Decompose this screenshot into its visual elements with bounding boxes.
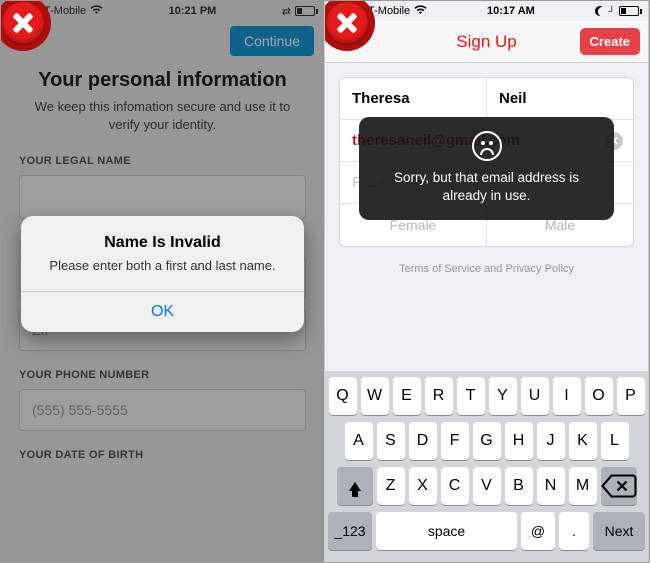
key-d[interactable]: D xyxy=(409,422,437,460)
numbers-key[interactable]: _123 xyxy=(328,512,372,550)
backspace-key[interactable] xyxy=(601,467,637,505)
create-button[interactable]: Create xyxy=(580,28,640,55)
key-t[interactable]: T xyxy=(457,377,485,415)
key-row-3: ZXCVBNM xyxy=(328,467,645,505)
shift-key[interactable] xyxy=(337,467,373,505)
key-x[interactable]: X xyxy=(409,467,437,505)
key-z[interactable]: Z xyxy=(377,467,405,505)
key-n[interactable]: N xyxy=(537,467,565,505)
last-name-input[interactable]: Neil xyxy=(486,78,633,119)
alert-message: Please enter both a first and last name. xyxy=(39,258,286,275)
key-w[interactable]: W xyxy=(361,377,389,415)
error-toast: Sorry, but that email address is already… xyxy=(359,117,614,220)
keyboard: QWERTYUIOP ASDFGHJKL ZXCVBNM _123 space … xyxy=(325,371,648,562)
next-key[interactable]: Next xyxy=(593,512,645,550)
key-p[interactable]: P xyxy=(617,377,645,415)
key-u[interactable]: U xyxy=(521,377,549,415)
at-key[interactable]: @ xyxy=(521,512,555,550)
nav-title: Sign Up xyxy=(456,32,516,52)
toast-message: Sorry, but that email address is already… xyxy=(375,169,598,204)
comparison-frame: T-Mobile 10:21 PM ⇄ ‹ Continue Your pers… xyxy=(0,0,650,563)
alert-title: Name Is Invalid xyxy=(39,234,286,252)
key-v[interactable]: V xyxy=(473,467,501,505)
alert-dialog: Name Is Invalid Please enter both a firs… xyxy=(21,216,304,332)
key-q[interactable]: Q xyxy=(329,377,357,415)
first-name-input[interactable]: Theresa xyxy=(340,78,486,119)
key-row-4: _123 space @ . Next xyxy=(328,512,645,550)
period-key[interactable]: . xyxy=(559,512,589,550)
anti-pattern-badge xyxy=(325,1,375,51)
battery-icon xyxy=(619,6,642,16)
sad-face-icon xyxy=(472,131,502,161)
key-m[interactable]: M xyxy=(569,467,597,505)
dnd-icon xyxy=(595,6,605,16)
key-e[interactable]: E xyxy=(393,377,421,415)
key-row-2: ASDFGHJKL xyxy=(328,422,645,460)
key-l[interactable]: L xyxy=(601,422,629,460)
alert-ok-button[interactable]: OK xyxy=(21,291,304,332)
key-j[interactable]: J xyxy=(537,422,565,460)
key-g[interactable]: G xyxy=(473,422,501,460)
key-s[interactable]: S xyxy=(377,422,405,460)
key-k[interactable]: K xyxy=(569,422,597,460)
key-h[interactable]: H xyxy=(505,422,533,460)
phone-right: T-Mobile 10:17 AM ┘ ✕ Sign Up Create The… xyxy=(325,1,649,562)
anti-pattern-badge xyxy=(1,1,51,51)
form-content: Theresa Neil theresaneil@gmail.com ✕ Pas… xyxy=(325,63,648,291)
key-c[interactable]: C xyxy=(441,467,469,505)
key-row-1: QWERTYUIOP xyxy=(328,377,645,415)
key-f[interactable]: F xyxy=(441,422,469,460)
space-key[interactable]: space xyxy=(376,512,517,550)
phone-left: T-Mobile 10:21 PM ⇄ ‹ Continue Your pers… xyxy=(1,1,325,562)
clock-label: 10:17 AM xyxy=(487,5,535,17)
key-r[interactable]: R xyxy=(425,377,453,415)
terms-link[interactable]: Terms of Service and Privacy Policy xyxy=(339,247,634,291)
key-b[interactable]: B xyxy=(505,467,533,505)
key-o[interactable]: O xyxy=(585,377,613,415)
wifi-icon xyxy=(414,5,427,18)
key-y[interactable]: Y xyxy=(489,377,517,415)
key-i[interactable]: I xyxy=(553,377,581,415)
key-a[interactable]: A xyxy=(345,422,373,460)
